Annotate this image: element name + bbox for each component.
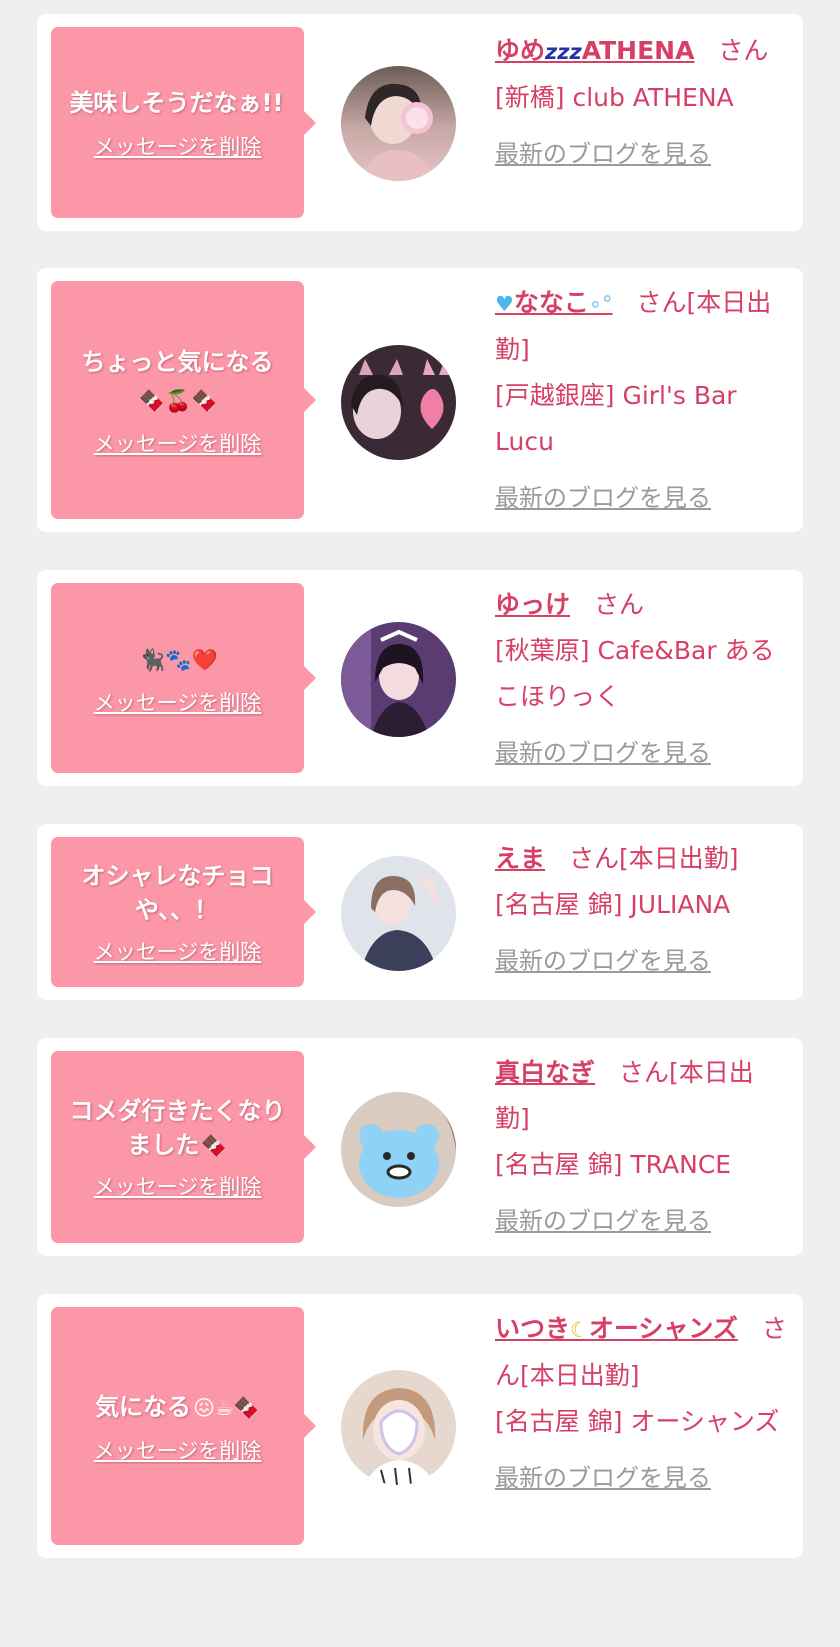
cast-name-link[interactable]: ゆめzzzATHENA: [495, 36, 694, 65]
message-text: 気になる😖☕🍫: [95, 1392, 260, 1421]
shop-name: [名古屋 錦] オーシャンズ: [495, 1407, 780, 1436]
message-card: オシャレなチョコや、、！ メッセージを削除 えま さん[本日出勤] [名古屋 錦]…: [37, 824, 803, 1000]
message-text: 美味しそうだなぁ!!: [69, 89, 284, 117]
message-bubble: 美味しそうだなぁ!! メッセージを削除: [51, 27, 316, 218]
shop-name: [新橋] club ATHENA: [495, 83, 734, 112]
delete-message-link[interactable]: メッセージを削除: [94, 428, 262, 458]
cast-name-link[interactable]: 真白なぎ: [495, 1058, 595, 1087]
message-card: 気になる😖☕🍫 メッセージを削除 いつき☾オーシャンズ さん[本日出勤] [名古屋…: [37, 1294, 803, 1558]
latest-blog-link[interactable]: 最新のブログを見る: [495, 131, 787, 177]
bubbles-icon: ∘°: [588, 292, 613, 316]
latest-blog-link[interactable]: 最新のブログを見る: [495, 730, 787, 776]
latest-blog-link[interactable]: 最新のブログを見る: [495, 1198, 787, 1244]
shop-name: [秋葉原] Cafe&Bar あるこほりっく: [495, 636, 775, 711]
cast-info: えま さん[本日出勤] [名古屋 錦] JULIANA 最新のブログを見る: [495, 836, 787, 984]
shop-name: [名古屋 錦] TRANCE: [495, 1150, 732, 1179]
cast-info: いつき☾オーシャンズ さん[本日出勤] [名古屋 錦] オーシャンズ 最新のブログ…: [495, 1306, 787, 1501]
message-text: オシャレなチョコや、、！: [81, 861, 274, 924]
avatar[interactable]: [341, 1092, 456, 1207]
message-card: 美味しそうだなぁ!! メッセージを削除 ゆめzzzATHENA さん [新橋] c…: [37, 14, 803, 231]
message-bubble: ちょっと気になる 🍫🍒🍫 メッセージを削除: [51, 281, 316, 519]
cast-name-link[interactable]: いつき☾オーシャンズ: [495, 1314, 738, 1343]
latest-blog-link[interactable]: 最新のブログを見る: [495, 938, 787, 984]
moon-icon: ☾: [570, 1318, 589, 1342]
cast-info: 真白なぎ さん[本日出勤] [名古屋 錦] TRANCE 最新のブログを見る: [495, 1050, 787, 1244]
message-card: 🐈‍⬛🐾❤️ メッセージを削除 ゆっけ さん [秋葉原] Cafe&Bar あるこ…: [37, 570, 803, 786]
message-text: コメダ行きたくなりました🍫: [69, 1096, 286, 1159]
cast-name-link[interactable]: えま: [495, 844, 545, 873]
message-text: 🐈‍⬛🐾❤️: [139, 647, 218, 672]
latest-blog-link[interactable]: 最新のブログを見る: [495, 1455, 787, 1501]
cast-name-link[interactable]: ♥ななこ∘°: [495, 288, 613, 317]
message-bubble: 気になる😖☕🍫 メッセージを削除: [51, 1307, 316, 1545]
shop-name: [戸越銀座] Girl's Bar Lucu: [495, 381, 737, 456]
message-bubble: コメダ行きたくなりました🍫 メッセージを削除: [51, 1051, 316, 1243]
delete-message-link[interactable]: メッセージを削除: [94, 1171, 262, 1201]
message-card: ちょっと気になる 🍫🍒🍫 メッセージを削除 ♥ななこ∘° さん[本日出勤] [戸越銀…: [37, 268, 803, 532]
cast-name-link[interactable]: ゆっけ: [495, 590, 570, 619]
cast-info: ♥ななこ∘° さん[本日出勤] [戸越銀座] Girl's Bar Lucu 最新…: [495, 280, 787, 521]
delete-message-link[interactable]: メッセージを削除: [94, 131, 262, 161]
avatar[interactable]: [341, 1370, 456, 1485]
cast-info: ゆめzzzATHENA さん [新橋] club ATHENA 最新のブログを見る: [495, 28, 787, 177]
delete-message-link[interactable]: メッセージを削除: [94, 1435, 262, 1465]
message-bubble: オシャレなチョコや、、！ メッセージを削除: [51, 837, 316, 987]
avatar[interactable]: [341, 66, 456, 181]
delete-message-link[interactable]: メッセージを削除: [94, 687, 262, 717]
cast-info: ゆっけ さん [秋葉原] Cafe&Bar あるこほりっく 最新のブログを見る: [495, 582, 787, 776]
message-text: ちょっと気になる 🍫🍒🍫: [81, 347, 274, 413]
avatar[interactable]: [341, 345, 456, 460]
avatar[interactable]: [341, 622, 456, 737]
delete-message-link[interactable]: メッセージを削除: [94, 936, 262, 966]
message-list: 美味しそうだなぁ!! メッセージを削除 ゆめzzzATHENA さん [新橋] c…: [0, 0, 840, 1647]
zzz-icon: zzz: [545, 40, 582, 64]
avatar[interactable]: [341, 856, 456, 971]
blue-heart-icon: ♥: [495, 292, 514, 316]
shop-name: [名古屋 錦] JULIANA: [495, 890, 731, 919]
message-bubble: 🐈‍⬛🐾❤️ メッセージを削除: [51, 583, 316, 773]
message-card: コメダ行きたくなりました🍫 メッセージを削除 真白なぎ さん[本日出勤] [名古屋…: [37, 1038, 803, 1256]
latest-blog-link[interactable]: 最新のブログを見る: [495, 475, 787, 521]
